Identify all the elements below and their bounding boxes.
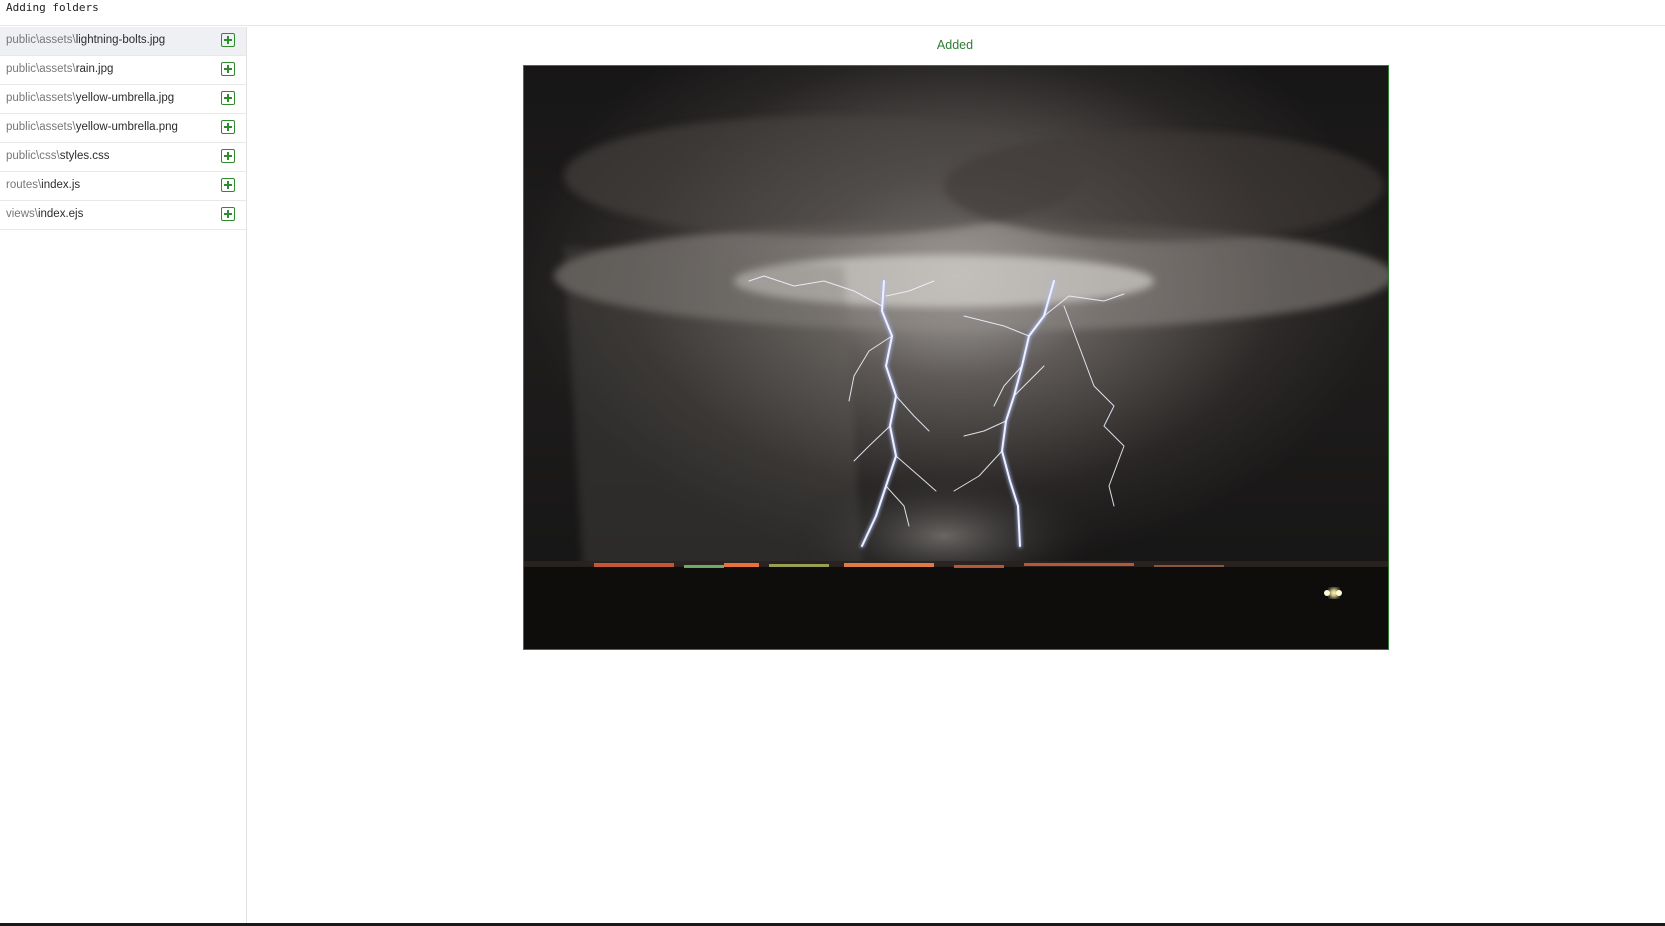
file-path: public\assets\yellow-umbrella.png (6, 121, 178, 133)
file-path: public\assets\rain.jpg (6, 63, 113, 75)
file-path: routes\index.js (6, 179, 80, 191)
file-list-item[interactable]: views\index.ejs (0, 201, 246, 230)
file-list-item[interactable]: public\assets\rain.jpg (0, 56, 246, 85)
lightning-bolts-image (524, 66, 1388, 649)
plus-square-icon[interactable] (221, 149, 235, 163)
file-list-item[interactable]: public\assets\yellow-umbrella.png (0, 114, 246, 143)
file-dir: routes\ (6, 179, 42, 191)
file-dir: public\assets\ (6, 121, 76, 133)
plus-square-icon[interactable] (221, 120, 235, 134)
file-path: public\css\styles.css (6, 150, 110, 162)
window-title: Adding folders (6, 1, 99, 14)
plus-square-icon[interactable] (221, 178, 235, 192)
file-name: lightning-bolts.jpg (75, 34, 166, 46)
diff-status-label: Added (936, 38, 974, 52)
file-path: public\assets\lightning-bolts.jpg (6, 34, 165, 46)
file-list-item[interactable]: routes\index.js (0, 172, 246, 201)
plus-square-icon[interactable] (221, 207, 235, 221)
plus-square-icon[interactable] (221, 33, 235, 47)
file-name: yellow-umbrella.jpg (75, 92, 175, 104)
file-name: yellow-umbrella.png (75, 121, 178, 133)
file-list: public\assets\lightning-bolts.jpg public… (0, 27, 247, 923)
file-path: public\assets\yellow-umbrella.jpg (6, 92, 174, 104)
file-dir: public\assets\ (6, 34, 76, 46)
file-dir: public\css\ (6, 150, 60, 162)
file-name: styles.css (59, 150, 110, 162)
title-bar: Adding folders (0, 0, 1665, 26)
file-name: rain.jpg (75, 63, 114, 75)
plus-square-icon[interactable] (221, 91, 235, 105)
file-dir: views\ (6, 208, 38, 220)
file-path: views\index.ejs (6, 208, 83, 220)
file-name: index.js (41, 179, 81, 191)
file-list-item[interactable]: public\assets\yellow-umbrella.jpg (0, 85, 246, 114)
file-dir: public\assets\ (6, 92, 76, 104)
image-preview (523, 65, 1389, 650)
file-name: index.ejs (37, 208, 84, 220)
plus-square-icon[interactable] (221, 62, 235, 76)
file-list-item[interactable]: public\css\styles.css (0, 143, 246, 172)
file-list-item[interactable]: public\assets\lightning-bolts.jpg (0, 27, 246, 56)
file-dir: public\assets\ (6, 63, 76, 75)
